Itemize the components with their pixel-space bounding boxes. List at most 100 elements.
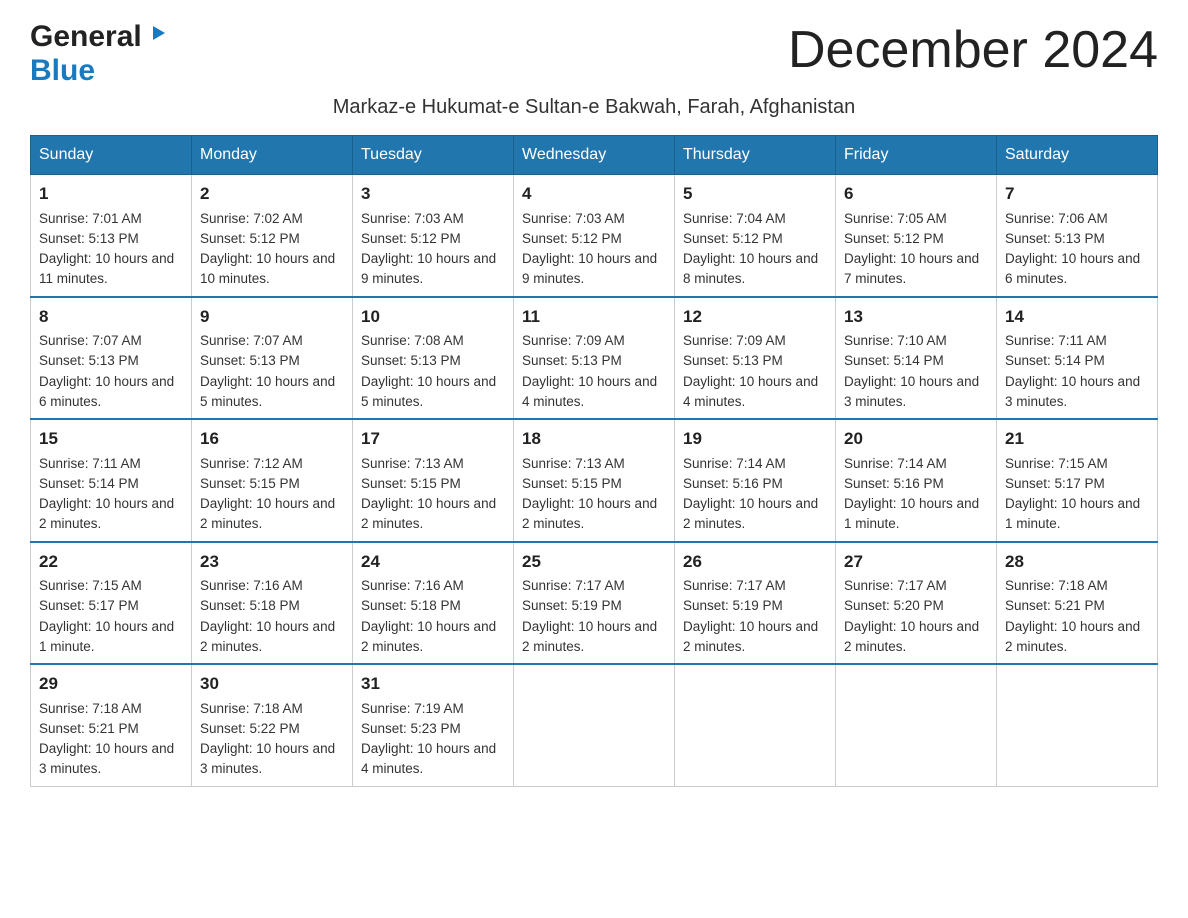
day-number: 6 (844, 181, 988, 207)
sunrise-text: Sunrise: 7:17 AM (683, 576, 827, 596)
day-number: 16 (200, 426, 344, 452)
day-number: 19 (683, 426, 827, 452)
calendar-cell: 13Sunrise: 7:10 AMSunset: 5:14 PMDayligh… (836, 297, 997, 420)
day-number: 26 (683, 549, 827, 575)
daylight-text: Daylight: 10 hours and 3 minutes. (1005, 372, 1149, 413)
logo: General Blue (30, 20, 167, 88)
sunset-text: Sunset: 5:15 PM (522, 474, 666, 494)
day-number: 17 (361, 426, 505, 452)
sunset-text: Sunset: 5:17 PM (39, 596, 183, 616)
page-title: December 2024 (788, 20, 1158, 80)
daylight-text: Daylight: 10 hours and 1 minute. (844, 494, 988, 535)
sunrise-text: Sunrise: 7:11 AM (1005, 331, 1149, 351)
day-number: 3 (361, 181, 505, 207)
calendar-cell: 15Sunrise: 7:11 AMSunset: 5:14 PMDayligh… (31, 419, 192, 542)
daylight-text: Daylight: 10 hours and 3 minutes. (844, 372, 988, 413)
day-number: 25 (522, 549, 666, 575)
calendar-cell: 2Sunrise: 7:02 AMSunset: 5:12 PMDaylight… (192, 175, 353, 297)
calendar-cell: 18Sunrise: 7:13 AMSunset: 5:15 PMDayligh… (514, 419, 675, 542)
column-header-tuesday: Tuesday (353, 136, 514, 175)
sunrise-text: Sunrise: 7:18 AM (39, 699, 183, 719)
sunrise-text: Sunrise: 7:07 AM (200, 331, 344, 351)
sunset-text: Sunset: 5:18 PM (361, 596, 505, 616)
logo-blue-text: Blue (30, 54, 95, 87)
daylight-text: Daylight: 10 hours and 3 minutes. (200, 739, 344, 780)
calendar-cell (675, 664, 836, 786)
sunset-text: Sunset: 5:13 PM (200, 351, 344, 371)
sunrise-text: Sunrise: 7:04 AM (683, 209, 827, 229)
calendar-week-row: 22Sunrise: 7:15 AMSunset: 5:17 PM Dayligh… (31, 542, 1158, 665)
column-header-wednesday: Wednesday (514, 136, 675, 175)
sunrise-text: Sunrise: 7:15 AM (39, 576, 183, 596)
column-header-sunday: Sunday (31, 136, 192, 175)
day-number: 5 (683, 181, 827, 207)
sunrise-text: Sunrise: 7:07 AM (39, 331, 183, 351)
calendar-cell (514, 664, 675, 786)
sunrise-text: Sunrise: 7:09 AM (683, 331, 827, 351)
calendar-cell: 25Sunrise: 7:17 AMSunset: 5:19 PMDayligh… (514, 542, 675, 665)
sunset-text: Sunset: 5:19 PM (683, 596, 827, 616)
calendar-cell: 19Sunrise: 7:14 AMSunset: 5:16 PMDayligh… (675, 419, 836, 542)
calendar-week-row: 15Sunrise: 7:11 AMSunset: 5:14 PMDayligh… (31, 419, 1158, 542)
day-number: 22 (39, 549, 183, 575)
sunrise-text: Sunrise: 7:18 AM (200, 699, 344, 719)
day-number: 1 (39, 181, 183, 207)
sunset-text: Sunset: 5:23 PM (361, 719, 505, 739)
calendar-cell: 5Sunrise: 7:04 AMSunset: 5:12 PMDaylight… (675, 175, 836, 297)
calendar-cell (997, 664, 1158, 786)
logo-general-text: General (30, 20, 142, 54)
sunset-text: Sunset: 5:13 PM (39, 229, 183, 249)
sunrise-text: Sunrise: 7:17 AM (844, 576, 988, 596)
sunrise-text: Sunrise: 7:06 AM (1005, 209, 1149, 229)
sunrise-text: Sunrise: 7:01 AM (39, 209, 183, 229)
sunset-text: Sunset: 5:12 PM (522, 229, 666, 249)
calendar-cell: 23Sunrise: 7:16 AMSunset: 5:18 PMDayligh… (192, 542, 353, 665)
logo-arrow-icon (145, 22, 167, 49)
daylight-text: Daylight: 10 hours and 2 minutes. (844, 617, 988, 658)
day-number: 10 (361, 304, 505, 330)
daylight-text: Daylight: 10 hours and 2 minutes. (683, 494, 827, 535)
calendar-cell: 4Sunrise: 7:03 AMSunset: 5:12 PMDaylight… (514, 175, 675, 297)
sunrise-text: Sunrise: 7:02 AM (200, 209, 344, 229)
calendar-cell: 3Sunrise: 7:03 AMSunset: 5:12 PMDaylight… (353, 175, 514, 297)
calendar-cell: 14Sunrise: 7:11 AMSunset: 5:14 PMDayligh… (997, 297, 1158, 420)
daylight-text: Daylight: 10 hours and 8 minutes. (683, 249, 827, 290)
calendar-week-row: 8Sunrise: 7:07 AMSunset: 5:13 PMDaylight… (31, 297, 1158, 420)
daylight-text: Daylight: 10 hours and 5 minutes. (361, 372, 505, 413)
day-number: 18 (522, 426, 666, 452)
sunset-text: Sunset: 5:21 PM (39, 719, 183, 739)
day-number: 29 (39, 671, 183, 697)
sunset-text: Sunset: 5:13 PM (361, 351, 505, 371)
daylight-text: Daylight: 10 hours and 7 minutes. (844, 249, 988, 290)
daylight-text: Daylight: 10 hours and 11 minutes. (39, 249, 183, 290)
column-header-friday: Friday (836, 136, 997, 175)
calendar-cell: 22Sunrise: 7:15 AMSunset: 5:17 PMDayligh… (31, 542, 192, 665)
sunrise-text: Sunrise: 7:10 AM (844, 331, 988, 351)
day-number: 4 (522, 181, 666, 207)
daylight-text: Daylight: 10 hours and 5 minutes. (200, 372, 344, 413)
calendar-cell: 24Sunrise: 7:16 AMSunset: 5:18 PMDayligh… (353, 542, 514, 665)
daylight-text: Daylight: 10 hours and 2 minutes. (522, 494, 666, 535)
day-number: 27 (844, 549, 988, 575)
day-number: 9 (200, 304, 344, 330)
daylight-text: Daylight: 10 hours and 1 minute. (1005, 494, 1149, 535)
sunrise-text: Sunrise: 7:11 AM (39, 454, 183, 474)
calendar-cell: 11Sunrise: 7:09 AMSunset: 5:13 PMDayligh… (514, 297, 675, 420)
daylight-text: Daylight: 10 hours and 2 minutes. (683, 617, 827, 658)
daylight-text: Daylight: 10 hours and 2 minutes. (522, 617, 666, 658)
sunset-text: Sunset: 5:15 PM (361, 474, 505, 494)
page-subtitle: Markaz-e Hukumat-e Sultan-e Bakwah, Fara… (30, 96, 1158, 119)
calendar-cell: 1Sunrise: 7:01 AMSunset: 5:13 PMDaylight… (31, 175, 192, 297)
daylight-text: Daylight: 10 hours and 4 minutes. (683, 372, 827, 413)
sunrise-text: Sunrise: 7:16 AM (361, 576, 505, 596)
daylight-text: Daylight: 10 hours and 2 minutes. (361, 494, 505, 535)
daylight-text: Daylight: 10 hours and 2 minutes. (39, 494, 183, 535)
calendar-cell: 7Sunrise: 7:06 AMSunset: 5:13 PMDaylight… (997, 175, 1158, 297)
column-header-saturday: Saturday (997, 136, 1158, 175)
column-header-thursday: Thursday (675, 136, 836, 175)
sunset-text: Sunset: 5:17 PM (1005, 474, 1149, 494)
calendar-table: SundayMondayTuesdayWednesdayThursdayFrid… (30, 135, 1158, 787)
calendar-cell: 31Sunrise: 7:19 AMSunset: 5:23 PMDayligh… (353, 664, 514, 786)
day-number: 24 (361, 549, 505, 575)
calendar-cell: 28Sunrise: 7:18 AMSunset: 5:21 PMDayligh… (997, 542, 1158, 665)
